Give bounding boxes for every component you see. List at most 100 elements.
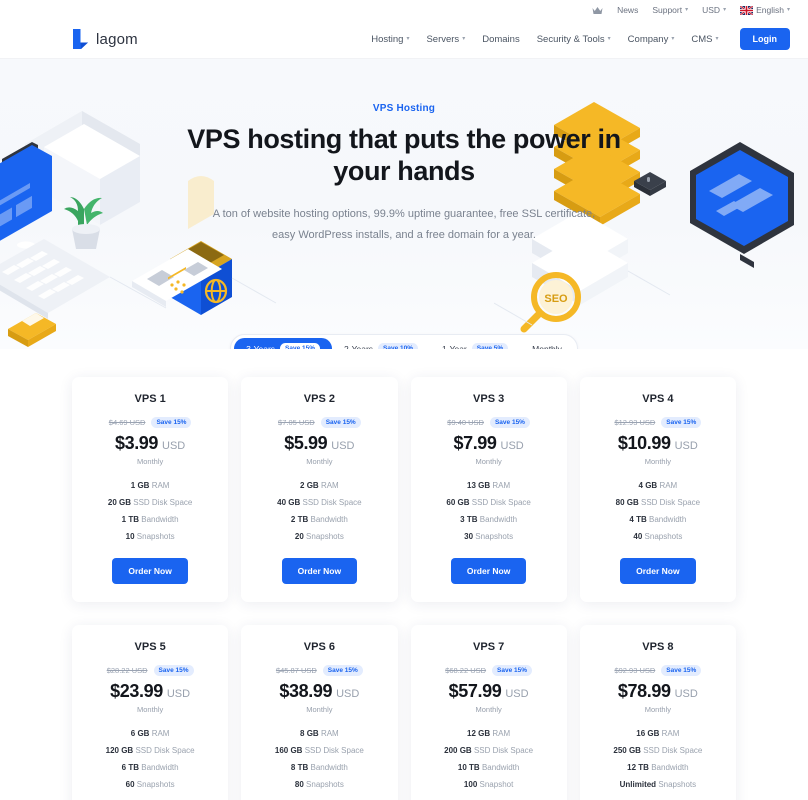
billing-tab-2-years[interactable]: 2-Years Save 10% bbox=[332, 338, 430, 349]
plan-feature: 60 Snapshots bbox=[84, 781, 216, 789]
plan-price-row: $3.99 USD bbox=[84, 433, 216, 454]
chevron-down-icon: ▾ bbox=[786, 6, 790, 13]
plan-old-price: $92.93 USD bbox=[614, 666, 656, 675]
chevron-down-icon: ▾ bbox=[685, 6, 689, 13]
plan-old-price: $4.69 USD bbox=[108, 418, 146, 427]
billing-tab-label: 1-Year bbox=[442, 343, 467, 350]
plan-feature: 20 Snapshots bbox=[253, 533, 385, 541]
plan-feature-value: 30 bbox=[464, 532, 474, 541]
plan-price-row: $23.99 USD bbox=[84, 681, 216, 702]
plan-feature: 20 GB SSD Disk Space bbox=[84, 499, 216, 507]
chevron-down-icon: ▾ bbox=[607, 35, 611, 42]
nav-item-domains[interactable]: Domains bbox=[482, 34, 520, 45]
plan-feature-label: RAM bbox=[659, 481, 678, 490]
nav-label: CMS bbox=[691, 33, 713, 45]
plan-feature-value: 12 TB bbox=[627, 763, 649, 772]
plan-feature-value: 60 bbox=[125, 780, 135, 789]
plan-feature-label: RAM bbox=[661, 729, 680, 738]
plan-price: $78.99 bbox=[617, 681, 671, 701]
billing-save-badge: Save 5% bbox=[471, 343, 509, 349]
plan-feature-value: 2 GB bbox=[300, 481, 319, 490]
plan-feature-value: 10 bbox=[125, 532, 135, 541]
plan-feature-label: RAM bbox=[320, 481, 339, 490]
plan-feature-label: RAM bbox=[151, 729, 170, 738]
plan-feature-label: Bandwidth bbox=[310, 515, 348, 524]
logo[interactable]: lagom bbox=[72, 28, 138, 50]
plan-feature-label: Snapshots bbox=[306, 780, 344, 789]
hero-eyebrow: VPS Hosting bbox=[372, 103, 436, 114]
plan-feature-value: 80 GB bbox=[615, 498, 639, 507]
lagom-logo-icon bbox=[72, 28, 89, 50]
plan-discount-row: $45.87 USD Save 15% bbox=[253, 665, 385, 676]
topbar-item-language[interactable]: English ▾ bbox=[740, 5, 790, 15]
billing-tab-label: 3-Years bbox=[246, 343, 276, 350]
plan-currency: USD bbox=[162, 440, 186, 452]
plan-save-badge: Save 15% bbox=[151, 417, 192, 428]
plan-discount-row: $92.93 USD Save 15% bbox=[592, 665, 724, 676]
billing-tab-3-years[interactable]: 3-Years Save 15% bbox=[234, 338, 333, 350]
billing-tab-1-year[interactable]: 1-Year Save 5% bbox=[430, 338, 520, 349]
plan-feature-value: 120 GB bbox=[105, 746, 134, 755]
nav-item-hosting[interactable]: Hosting ▾ bbox=[371, 34, 409, 45]
plan-old-price: $28.22 USD bbox=[106, 666, 148, 675]
plan-feature-label: Bandwidth bbox=[141, 515, 179, 524]
nav-label: Security & Tools bbox=[536, 33, 605, 45]
plan-currency: USD bbox=[166, 688, 191, 700]
plan-feature-value: 160 GB bbox=[274, 746, 303, 755]
nav-item-cms[interactable]: CMS ▾ bbox=[691, 34, 718, 45]
billing-tab-monthly[interactable]: Monthly bbox=[520, 339, 574, 350]
billing-tab-label: Monthly bbox=[532, 343, 562, 350]
brand-name: lagom bbox=[96, 30, 138, 48]
plan-feature: 40 GB SSD Disk Space bbox=[253, 499, 385, 507]
plan-feature: 160 GB SSD Disk Space bbox=[253, 747, 385, 755]
plan-feature: 1 GB RAM bbox=[84, 482, 216, 490]
nav-label: Domains bbox=[482, 33, 520, 45]
pricing-grid: VPS 1 $4.69 USD Save 15% $3.99 USD Monthly 1 G… bbox=[0, 349, 808, 800]
plan-feature-label: Snapshot bbox=[479, 780, 514, 789]
plan-feature-label: SSD Disk Space bbox=[135, 746, 195, 755]
plan-feature: 6 GB RAM bbox=[84, 730, 216, 738]
plan-currency: USD bbox=[331, 440, 355, 452]
plan-price-row: $5.99 USD bbox=[253, 433, 385, 454]
topbar-item-currency[interactable]: USD ▾ bbox=[702, 5, 726, 15]
plan-feature: 10 TB Bandwidth bbox=[423, 764, 555, 772]
pricing-card: VPS 2 $7.05 USD Save 15% $5.99 USD Monthly 2 G… bbox=[241, 377, 398, 602]
plan-feature-value: 6 GB bbox=[130, 729, 150, 738]
plan-feature-value: 6 TB bbox=[121, 763, 139, 772]
plan-old-price: $9.40 USD bbox=[447, 418, 484, 427]
plan-name: VPS 3 bbox=[473, 393, 505, 405]
plan-feature: 60 GB SSD Disk Space bbox=[423, 499, 555, 507]
plan-save-badge: Save 15% bbox=[322, 665, 363, 676]
plan-feature-value: 16 GB bbox=[636, 729, 660, 738]
plan-feature: 8 GB RAM bbox=[253, 730, 385, 738]
order-now-button[interactable]: Order Now bbox=[281, 558, 358, 584]
topbar-item-news[interactable]: News bbox=[617, 5, 638, 15]
nav-label: Servers bbox=[426, 33, 460, 45]
order-now-button[interactable]: Order Now bbox=[112, 558, 188, 584]
plan-feature-value: 4 GB bbox=[638, 481, 658, 490]
plan-feature-label: RAM bbox=[492, 729, 511, 738]
plan-feature-value: 2 TB bbox=[290, 515, 309, 524]
plan-currency: USD bbox=[336, 688, 360, 700]
plan-feature: 13 GB RAM bbox=[423, 482, 555, 490]
plan-feature: 10 Snapshots bbox=[84, 533, 216, 541]
plan-feature: 30 Snapshots bbox=[423, 533, 555, 541]
nav-item-security-tools[interactable]: Security & Tools ▾ bbox=[537, 34, 611, 45]
pricing-card: VPS 1 $4.69 USD Save 15% $3.99 USD Monthly 1 G… bbox=[72, 377, 229, 602]
plan-feature: 3 TB Bandwidth bbox=[423, 516, 555, 524]
plan-features: 13 GB RAM 60 GB SSD Disk Space 3 TB Bandwi… bbox=[423, 482, 555, 541]
plan-features: 1 GB RAM 20 GB SSD Disk Space 1 TB Bandwid… bbox=[84, 482, 216, 541]
nav-item-servers[interactable]: Servers ▾ bbox=[426, 34, 465, 45]
topbar-item-support[interactable]: Support ▾ bbox=[652, 5, 688, 15]
plan-feature-value: 60 GB bbox=[446, 498, 470, 507]
plan-feature-label: Snapshots bbox=[136, 532, 175, 541]
plan-feature-label: Bandwidth bbox=[479, 515, 518, 524]
nav-item-company[interactable]: Company ▾ bbox=[628, 34, 675, 45]
order-now-button[interactable]: Order Now bbox=[450, 558, 527, 584]
hero-section: SEO VPS Hosting VPS hosting that puts th… bbox=[0, 59, 808, 349]
plan-feature-value: 10 TB bbox=[457, 763, 480, 772]
plan-features: 8 GB RAM 160 GB SSD Disk Space 8 TB Bandwi… bbox=[253, 730, 385, 789]
billing-save-badge: Save 10% bbox=[378, 343, 419, 349]
order-now-button[interactable]: Order Now bbox=[620, 558, 696, 584]
login-button[interactable]: Login bbox=[739, 28, 790, 50]
